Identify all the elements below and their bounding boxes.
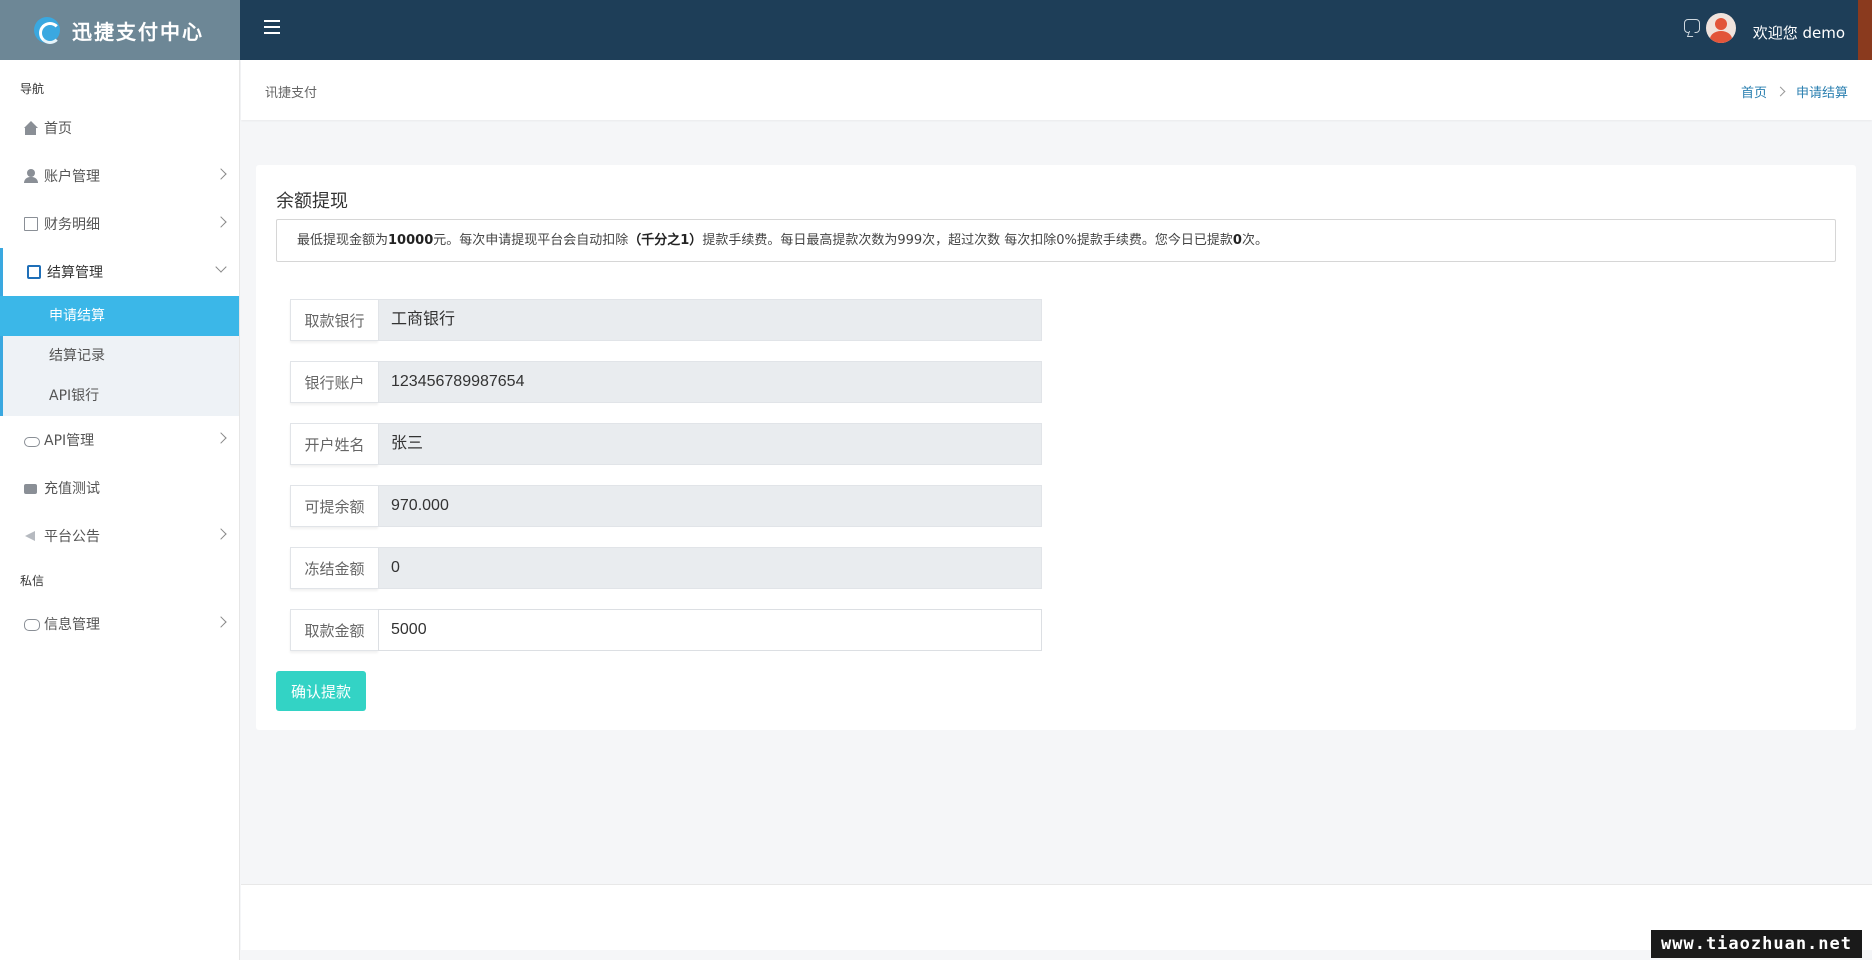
sidebar-item-label: 首页 <box>44 121 72 137</box>
cloud-icon <box>24 433 40 447</box>
field-frozen: 冻结金额 0 <box>290 547 1042 589</box>
sidebar-item-label: 结算管理 <box>47 265 103 281</box>
menu-toggle-icon[interactable] <box>264 20 280 38</box>
card-title: 余额提现 <box>276 191 348 212</box>
field-label: 开户姓名 <box>290 423 378 465</box>
watermark: www.tiaozhuan.net <box>1651 930 1862 958</box>
field-bank: 取款银行 工商银行 <box>290 299 1042 341</box>
chevron-right-icon <box>215 432 227 444</box>
topbar: 欢迎您 demo <box>240 0 1872 60</box>
field-available: 可提余额 970.000 <box>290 485 1042 527</box>
sidebar-item-api[interactable]: API管理 <box>0 416 239 464</box>
settlement-icon <box>27 265 41 279</box>
brand-title: 迅捷支付中心 <box>72 19 204 44</box>
confirm-withdraw-button[interactable]: 确认提款 <box>276 671 366 711</box>
sidebar-item-finance[interactable]: 财务明细 <box>0 200 239 248</box>
topbar-accent <box>1858 0 1872 60</box>
chevron-right-icon <box>1775 86 1786 97</box>
brand-logo-icon <box>34 17 61 44</box>
sidebar-item-announcements[interactable]: 平台公告 <box>0 512 239 560</box>
avatar[interactable] <box>1706 13 1736 43</box>
field-label: 银行账户 <box>290 361 378 403</box>
withdraw-amount-input[interactable] <box>378 609 1042 651</box>
chevron-right-icon <box>215 616 227 628</box>
megaphone-icon <box>24 529 38 543</box>
chat-icon <box>24 617 40 631</box>
sidebar-section-nav: 导航 <box>20 82 45 96</box>
breadcrumb-current: 申请结算 <box>1795 86 1848 101</box>
sidebar-item-label: 信息管理 <box>44 617 100 633</box>
sidebar-item-account[interactable]: 账户管理 <box>0 152 239 200</box>
chevron-right-icon <box>215 216 227 228</box>
sidebar-subitem-apply-settlement[interactable]: 申请结算 <box>0 296 239 336</box>
chevron-right-icon <box>215 168 227 180</box>
sidebar-item-settlement[interactable]: 结算管理 <box>0 248 239 296</box>
field-label: 可提余额 <box>290 485 378 527</box>
field-withdraw-amount: 取款金额 <box>290 609 1042 651</box>
sidebar-item-label: 充值测试 <box>44 481 100 497</box>
withdraw-notice: 最低提现金额为10000元。每次申请提现平台会自动扣除（千分之1）提款手续费。每… <box>276 219 1836 262</box>
field-label: 冻结金额 <box>290 547 378 589</box>
field-holder: 开户姓名 张三 <box>290 423 1042 465</box>
sidebar-section-private: 私信 <box>20 574 45 588</box>
sidebar: 导航 首页 账户管理 财务明细 结算管理 申请结算 结算记录 API银行 API… <box>0 60 240 960</box>
home-icon <box>24 121 38 135</box>
sidebar-item-label: 账户管理 <box>44 169 100 185</box>
breadcrumb-bar: 讯捷支付 首页 申请结算 <box>241 60 1872 120</box>
field-label: 取款银行 <box>290 299 378 341</box>
field-account: 银行账户 123456789987654 <box>290 361 1042 403</box>
sidebar-item-label: API管理 <box>44 433 95 449</box>
withdraw-card: 余额提现 最低提现金额为10000元。每次申请提现平台会自动扣除（千分之1）提款… <box>256 165 1856 730</box>
settlement-submenu: 申请结算 结算记录 API银行 <box>0 296 239 416</box>
user-icon <box>24 169 38 183</box>
frozen-amount-value: 0 <box>378 547 1042 589</box>
holder-value: 张三 <box>378 423 1042 465</box>
wallet-icon <box>24 481 38 495</box>
welcome-user[interactable]: 欢迎您 demo <box>1753 22 1845 43</box>
breadcrumb-site: 讯捷支付 <box>265 86 318 101</box>
footer <box>241 884 1872 950</box>
bank-value: 工商银行 <box>378 299 1042 341</box>
field-label: 取款金额 <box>290 609 378 651</box>
breadcrumb-home-link[interactable]: 首页 <box>1741 82 1767 101</box>
chevron-down-icon <box>215 261 227 273</box>
breadcrumb: 首页 申请结算 <box>1741 82 1848 101</box>
sidebar-item-label: 平台公告 <box>44 529 100 545</box>
brand[interactable]: 迅捷支付中心 <box>0 0 240 60</box>
available-balance-value: 970.000 <box>378 485 1042 527</box>
chevron-right-icon <box>215 528 227 540</box>
document-icon <box>24 217 38 231</box>
sidebar-item-label: 财务明细 <box>44 217 100 233</box>
sidebar-subitem-settlement-records[interactable]: 结算记录 <box>3 336 239 376</box>
sidebar-item-messages[interactable]: 信息管理 <box>0 600 239 648</box>
sidebar-subitem-api-bank[interactable]: API银行 <box>3 376 239 416</box>
message-icon[interactable] <box>1684 19 1700 33</box>
sidebar-item-home[interactable]: 首页 <box>0 104 239 152</box>
account-value: 123456789987654 <box>378 361 1042 403</box>
sidebar-item-recharge-test[interactable]: 充值测试 <box>0 464 239 512</box>
